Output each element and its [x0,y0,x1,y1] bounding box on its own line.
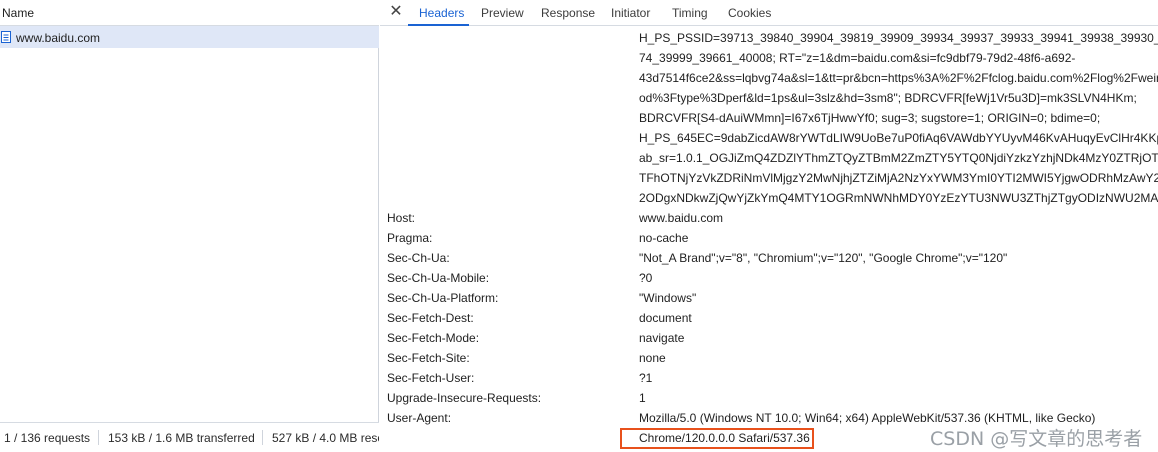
header-value: document [639,311,692,325]
header-value: none [639,351,666,365]
header-value: ?0 [639,271,653,285]
header-value: "Windows" [639,291,697,305]
header-name: Sec-Fetch-Mode: [387,331,480,345]
cookie-value-line: BDRCVFR[S4-dAuiWMmn]=I67x6TjHwwYf0; sug=… [639,111,1101,125]
header-value: www.baidu.com [639,211,724,225]
header-name: Sec-Ch-Ua-Platform: [387,291,499,305]
status-divider [98,430,99,445]
header-name: Pragma: [387,231,433,245]
header-name: Sec-Ch-Ua-Mobile: [387,271,490,285]
tab-response[interactable]: Response [541,6,595,20]
resources-size: 527 kB / 4.0 MB reso [272,431,379,445]
tab-preview[interactable]: Preview [481,6,524,20]
tab-timing[interactable]: Timing [672,6,708,20]
tab-cookies[interactable]: Cookies [728,6,771,20]
requests-count: 1 / 136 requests [4,431,91,445]
cookie-value-line: 43d7514f6ce2&ss=lqbvg74a&sl=1&tt=pr&bcn=… [639,71,1158,85]
header-value: Mozilla/5.0 (Windows NT 10.0; Win64; x64… [639,411,1096,425]
document-icon [1,31,11,43]
header-name: Sec-Fetch-Dest: [387,311,474,325]
request-list-panel: Name www.baidu.com 1 / 136 requests 153 … [0,0,379,452]
header-value: no-cache [639,231,689,245]
header-name: Sec-Fetch-User: [387,371,475,385]
header-name: Host: [387,211,416,225]
status-bar: 1 / 136 requests 153 kB / 1.6 MB transfe… [0,422,379,452]
cookie-value-line: TFhOTNjYzVkZDRiNmVlMjgzY2MwNjhjZTZiMjA2N… [639,171,1158,185]
request-row[interactable]: www.baidu.com [0,26,379,48]
watermark: CSDN @写文章的思考者 [930,428,1143,450]
highlight-box [620,428,814,449]
request-name: www.baidu.com [16,31,101,45]
cookie-value-line: H_PS_645EC=9dabZicdAW8rYWTdLIW9UoBe7uP0f… [639,131,1158,145]
active-tab-indicator [408,24,469,26]
transferred-size: 153 kB / 1.6 MB transferred [108,431,255,445]
header-name: User-Agent: [387,411,452,425]
cookie-value-line: 74_39999_39661_40008; RT="z=1&dm=baidu.c… [639,51,1076,65]
header-value: navigate [639,331,685,345]
status-divider [262,430,263,445]
close-icon[interactable]: ✕ [388,3,404,21]
header-value: "Not_A Brand";v="8", "Chromium";v="120",… [639,251,1008,265]
detail-tabbar: ✕ Headers Preview Response Initiator Tim… [380,0,1158,26]
cookie-value-line: 2ODgxNDkwZjQwYjZkYmQ4MTY1OGRmNWNhMDY0YzE… [639,191,1158,205]
name-column-header[interactable]: Name [2,6,34,20]
header-value: ?1 [639,371,653,385]
request-detail-panel: ✕ Headers Preview Response Initiator Tim… [380,0,1158,452]
header-name: Sec-Ch-Ua: [387,251,450,265]
tab-initiator[interactable]: Initiator [611,6,650,20]
cookie-value-line: ab_sr=1.0.1_OGJiZmQ4ZDZlYThmZTQyZTBmM2Zm… [639,151,1158,165]
tab-headers[interactable]: Headers [419,6,464,20]
header-value: 1 [639,391,646,405]
cookie-value-line: od%3Ftype%3Dperf&ld=1ps&ul=3slz&hd=3sm8"… [639,91,1137,105]
cookie-value-line: H_PS_PSSID=39713_39840_39904_39819_39909… [639,31,1158,45]
header-name: Sec-Fetch-Site: [387,351,470,365]
request-list-header[interactable]: Name [0,0,379,26]
header-name: Upgrade-Insecure-Requests: [387,391,542,405]
